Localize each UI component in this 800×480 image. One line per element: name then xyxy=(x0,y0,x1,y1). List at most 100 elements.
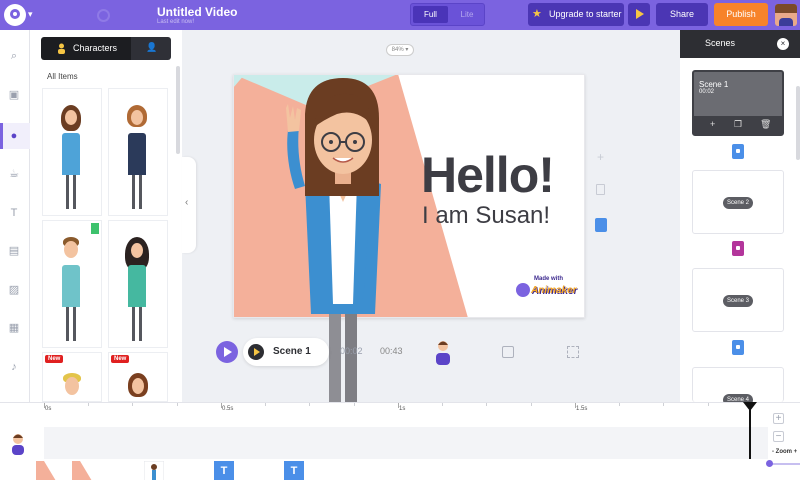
scenes-title: Scenes xyxy=(705,38,736,48)
character-animation-icon[interactable] xyxy=(434,340,452,366)
tick xyxy=(486,403,487,406)
play-all-button[interactable] xyxy=(216,341,238,363)
publish-button[interactable]: Publish xyxy=(714,3,768,26)
zoom-in-button[interactable]: + xyxy=(773,413,784,424)
scene-card-3[interactable]: Scene 3 xyxy=(692,268,784,332)
history-icon[interactable] xyxy=(97,9,110,22)
rail-images[interactable]: ▨ xyxy=(0,277,30,303)
character-clip[interactable] xyxy=(144,461,164,480)
preview-play-button[interactable] xyxy=(628,3,650,26)
last-edit-status: Last edit now! xyxy=(157,19,195,25)
character-card[interactable]: New xyxy=(108,352,168,402)
background-clip[interactable] xyxy=(72,461,92,480)
collapse-panel-handle[interactable]: ‹ xyxy=(182,157,196,253)
tick xyxy=(619,403,620,406)
scene-card-2[interactable]: Scene 2 xyxy=(692,170,784,234)
zoom-slider-knob[interactable] xyxy=(766,460,773,467)
scene-duration: 00:02 xyxy=(699,89,715,95)
fit-screen-icon[interactable] xyxy=(567,346,579,358)
add-scene-icon[interactable]: + xyxy=(710,119,715,129)
character-card[interactable] xyxy=(108,220,168,348)
mode-lite-button[interactable]: Lite xyxy=(451,6,483,23)
transition-icon[interactable] xyxy=(595,218,607,232)
bookmark-icon xyxy=(91,223,99,234)
tagline-text[interactable]: I am Susan! xyxy=(422,202,550,230)
scene-stage[interactable]: Hello! I am Susan! Made with Animaker xyxy=(233,74,585,318)
timeline-ruler[interactable]: 0s 0.5s 1s 1.5s xyxy=(44,403,764,425)
tick xyxy=(354,403,355,406)
tick xyxy=(708,403,709,406)
screen-icon[interactable] xyxy=(502,346,514,358)
share-button[interactable]: Share xyxy=(656,3,708,26)
character-card[interactable] xyxy=(42,88,102,216)
background-clip[interactable] xyxy=(36,461,56,480)
avatar-body xyxy=(779,18,793,26)
tick-label: 1.5s xyxy=(576,406,588,412)
section-label: All Items xyxy=(47,72,78,81)
headline-text[interactable]: Hello! xyxy=(421,146,555,204)
zoom-dropdown[interactable]: 84% ▾ xyxy=(386,44,414,56)
add-character-icon: 👤 xyxy=(146,42,158,52)
close-icon[interactable]: × xyxy=(777,38,789,50)
scene-transition-1[interactable] xyxy=(732,144,744,159)
scene-transition-3[interactable] xyxy=(732,340,744,355)
tick xyxy=(531,403,532,406)
tab-my-characters[interactable]: 👤 xyxy=(131,37,171,60)
rail-templates[interactable]: ▣ xyxy=(0,82,30,108)
mode-full-button[interactable]: Full xyxy=(413,6,448,23)
rail-props[interactable]: ☕ xyxy=(0,161,30,187)
rail-text[interactable]: T xyxy=(0,200,30,226)
tab-characters[interactable]: Characters xyxy=(41,37,131,60)
avatar-hair xyxy=(775,4,797,13)
library-panel: Characters 👤 All Items New New xyxy=(30,30,182,402)
scene-transition-2[interactable] xyxy=(732,241,744,256)
zoom-slider[interactable] xyxy=(766,460,800,467)
character-track[interactable] xyxy=(44,427,768,459)
scene-card-4[interactable]: Scene 4 xyxy=(692,367,784,406)
rail-search[interactable]: ⌕ xyxy=(0,43,30,69)
mode-toggle: Full Lite xyxy=(410,3,485,26)
scene-name: Scene 1 xyxy=(699,80,729,89)
animaker-logo-icon[interactable] xyxy=(4,4,26,26)
scene-card-1[interactable]: Scene 1 00:02 + ❐ 🗑 xyxy=(692,70,784,136)
timeline: 0s 0.5s 1s 1.5s T T + − - Zoom + xyxy=(0,402,800,480)
scene-name: Scene 3 xyxy=(723,295,753,307)
character-card[interactable]: New xyxy=(42,352,102,402)
add-icon[interactable]: + xyxy=(597,150,604,164)
rail-video[interactable]: ▦ xyxy=(0,315,30,341)
user-avatar[interactable] xyxy=(775,4,797,26)
zoom-out-button[interactable]: − xyxy=(773,431,784,442)
scene-play-pill[interactable]: Scene 1 xyxy=(243,338,329,366)
library-scrollbar[interactable] xyxy=(176,66,180,154)
background-icon: ▤ xyxy=(8,245,20,257)
stage-side-tools: + xyxy=(593,150,609,240)
track-character-icon xyxy=(12,434,24,455)
logo-pupil xyxy=(13,12,17,16)
character-card[interactable] xyxy=(42,220,102,348)
text-clip[interactable]: T xyxy=(214,461,234,480)
tick-label: 0.5s xyxy=(222,406,234,412)
duplicate-icon[interactable]: ❐ xyxy=(734,119,742,130)
trash-icon[interactable]: 🗑 xyxy=(760,119,771,130)
rail-music[interactable]: ♪ xyxy=(0,354,30,380)
trash-icon[interactable] xyxy=(596,184,605,195)
play-scene-icon[interactable] xyxy=(248,344,264,360)
video-icon: ▦ xyxy=(8,322,20,334)
text-clip[interactable]: T xyxy=(284,461,304,480)
new-badge: New xyxy=(111,355,130,363)
playhead-line xyxy=(749,407,751,459)
rail-backgrounds[interactable]: ▤ xyxy=(0,238,30,264)
character-card[interactable] xyxy=(108,88,168,216)
watermark-small-text: Made with xyxy=(534,276,564,282)
scenes-scrollbar[interactable] xyxy=(796,86,800,160)
tick xyxy=(177,403,178,406)
project-title[interactable]: Untitled Video xyxy=(157,5,237,19)
zoom-label: - Zoom + xyxy=(772,449,798,455)
star-icon: ★ xyxy=(532,8,542,20)
rail-characters[interactable]: ● xyxy=(0,123,30,149)
watermark-brand-text: Animaker xyxy=(531,285,577,296)
chevron-down-icon[interactable]: ▾ xyxy=(28,9,33,20)
upgrade-button[interactable]: ★ Upgrade to starter xyxy=(528,3,624,26)
tab-characters-label: Characters xyxy=(73,43,118,53)
character-icon xyxy=(58,43,65,54)
